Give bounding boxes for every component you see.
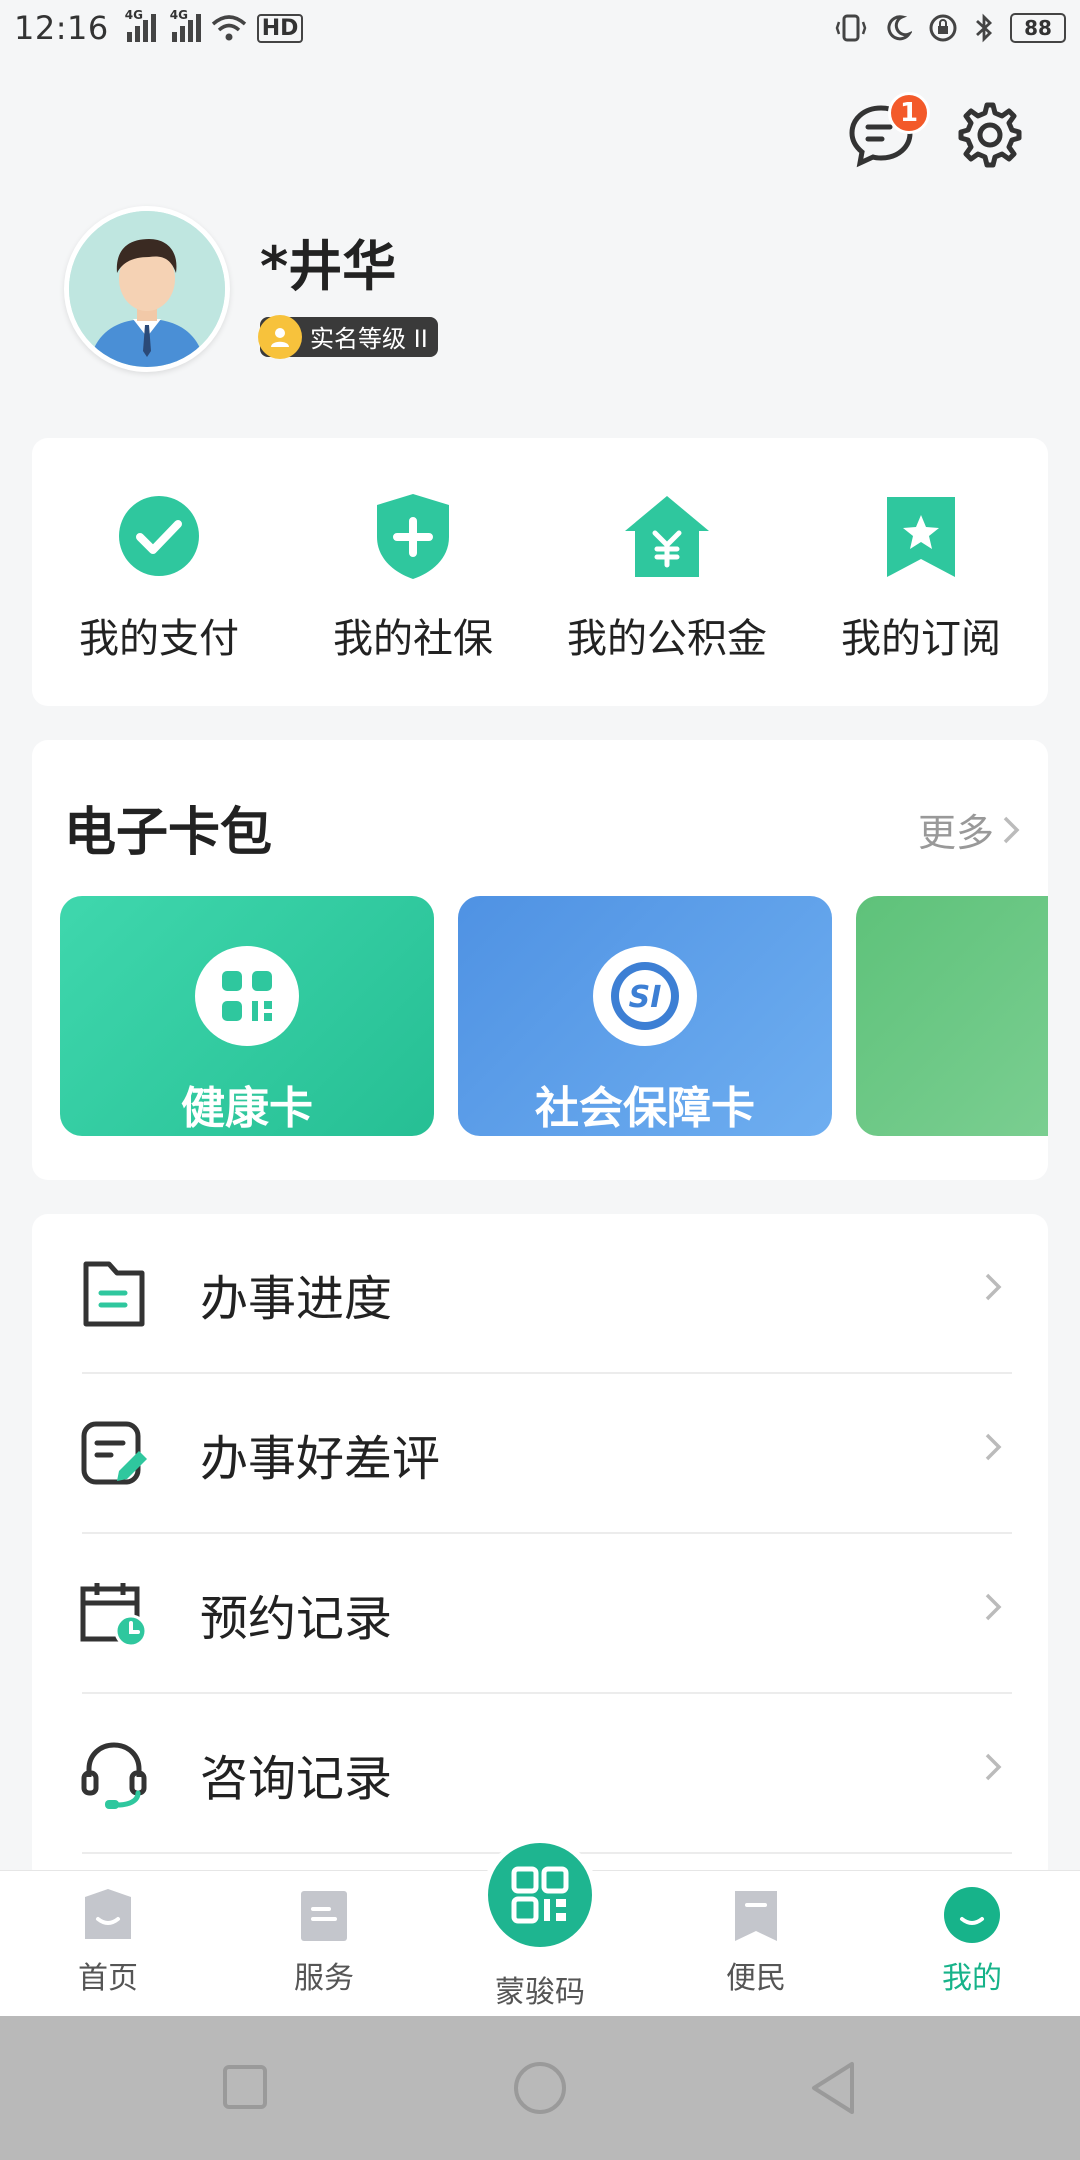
quick-action-my-housing-fund[interactable]: 我的公积金	[557, 488, 777, 706]
bluetooth-icon	[976, 13, 993, 43]
list-item-label: 预约记录	[200, 1591, 393, 1647]
review-edit-icon	[81, 1421, 147, 1485]
social-security-card[interactable]: SI 社会保障卡	[458, 896, 832, 1136]
profile-section[interactable]: *井华 实名等级 II	[64, 206, 438, 372]
tab-label: 便民	[726, 1961, 786, 1996]
verification-level-badge[interactable]: 实名等级 II	[258, 314, 438, 359]
shield-plus-icon	[377, 494, 449, 579]
user-face-icon	[944, 1887, 1000, 1943]
house-yen-icon	[625, 496, 709, 577]
settings-gear-icon[interactable]	[956, 101, 1024, 169]
more-label: 更多	[917, 811, 994, 855]
vibrate-icon	[835, 14, 867, 42]
chevron-right-icon	[985, 1593, 1002, 1621]
health-card[interactable]: 健康卡	[60, 896, 434, 1136]
quick-action-my-subscription[interactable]: 我的订阅	[811, 488, 1031, 706]
list-item-label: 咨询记录	[200, 1751, 393, 1807]
list-item-progress[interactable]: 办事进度	[78, 1214, 1042, 1374]
tab-label: 首页	[78, 1961, 138, 1996]
qr-code-icon	[511, 1866, 569, 1924]
quick-action-label: 我的支付	[79, 616, 239, 662]
check-circle-icon	[119, 496, 199, 576]
status-time: 12:16	[14, 9, 109, 47]
home-icon	[85, 1889, 131, 1939]
tab-label: 服务	[294, 1961, 354, 1996]
more-link[interactable]: 更多	[918, 802, 1020, 857]
quick-action-label: 我的公积金	[567, 616, 767, 662]
verification-level-text: 实名等级 II	[310, 325, 428, 353]
tab-label: 我的	[942, 1961, 1002, 1996]
card-label: 健康卡	[181, 1083, 313, 1134]
recent-apps-button[interactable]	[222, 2064, 268, 2110]
list-item-appointments[interactable]: 预约记录	[78, 1534, 1042, 1694]
bookmark-star-icon	[887, 497, 955, 577]
quick-action-label: 我的订阅	[841, 616, 1001, 662]
list-item-reviews[interactable]: 办事好差评	[78, 1374, 1042, 1534]
tab-label: 蒙骏码	[495, 1975, 585, 2010]
quick-action-my-social-security[interactable]: 我的社保	[303, 488, 523, 706]
avatar[interactable]	[64, 206, 230, 372]
home-button[interactable]	[512, 2060, 568, 2116]
back-button[interactable]	[808, 2060, 858, 2116]
tab-services[interactable]: 服务	[244, 1887, 404, 1997]
social-security-logo-icon: SI	[611, 962, 679, 1030]
tab-home[interactable]: 首页	[28, 1887, 188, 1997]
chevron-right-icon	[985, 1273, 1002, 1301]
hd-icon: HD	[256, 13, 304, 43]
quick-action-my-payment[interactable]: 我的支付	[49, 488, 269, 706]
svg-text:SI: SI	[629, 980, 662, 1015]
system-navigation-bar	[0, 2016, 1080, 2160]
calendar-clock-icon	[80, 1583, 148, 1648]
section-title: 电子卡包	[64, 803, 273, 863]
card-label: 社会保障卡	[535, 1083, 755, 1134]
list-item-label: 办事进度	[200, 1271, 393, 1327]
e-wallet-card: 电子卡包 更多 健康卡 SI 社会保障卡	[32, 740, 1048, 1180]
tab-code-button[interactable]	[482, 1837, 598, 1953]
wallet-cards-carousel[interactable]: 健康卡 SI 社会保障卡 驾驶	[60, 896, 1048, 1136]
messages-button[interactable]: 1	[846, 92, 930, 170]
list-item-consultations[interactable]: 咨询记录	[78, 1694, 1042, 1854]
user-badge-icon	[258, 314, 302, 359]
records-list-card: 办事进度 办事好差评 预约记录 咨询记录	[32, 1214, 1048, 1884]
user-name: *井华	[260, 234, 397, 298]
list-item-label: 办事好差评	[200, 1431, 441, 1487]
moon-icon	[887, 15, 912, 41]
message-count-badge: 1	[888, 92, 930, 134]
qr-code-icon	[222, 971, 272, 1021]
chevron-right-icon	[985, 1753, 1002, 1781]
services-icon	[301, 1891, 347, 1941]
document-icon	[83, 1261, 145, 1327]
chevron-right-icon	[985, 1433, 1002, 1461]
signal-icon-2: 4G	[170, 8, 201, 42]
signal-icon: 4G	[125, 8, 156, 42]
quick-action-label: 我的社保	[333, 616, 493, 662]
bookmark-icon	[735, 1891, 777, 1941]
tab-convenience[interactable]: 便民	[676, 1887, 836, 1997]
headset-icon	[81, 1742, 147, 1809]
chevron-right-icon	[1003, 816, 1020, 843]
status-bar: 12:16 4G 4G HD 88	[0, 0, 1080, 56]
tab-code[interactable]: 蒙骏码	[460, 1967, 620, 2011]
wifi-icon	[211, 15, 246, 41]
quick-actions-card: 我的支付 我的社保 我的公积金 我的订阅	[32, 438, 1048, 706]
lock-rotation-icon	[929, 14, 957, 42]
bottom-tab-bar: 首页 服务 蒙骏码 便民 我的	[0, 1837, 1080, 2016]
battery-icon: 88	[1010, 13, 1066, 43]
tab-mine[interactable]: 我的	[892, 1887, 1052, 1997]
driver-license-card[interactable]: 驾驶	[856, 896, 1048, 1136]
